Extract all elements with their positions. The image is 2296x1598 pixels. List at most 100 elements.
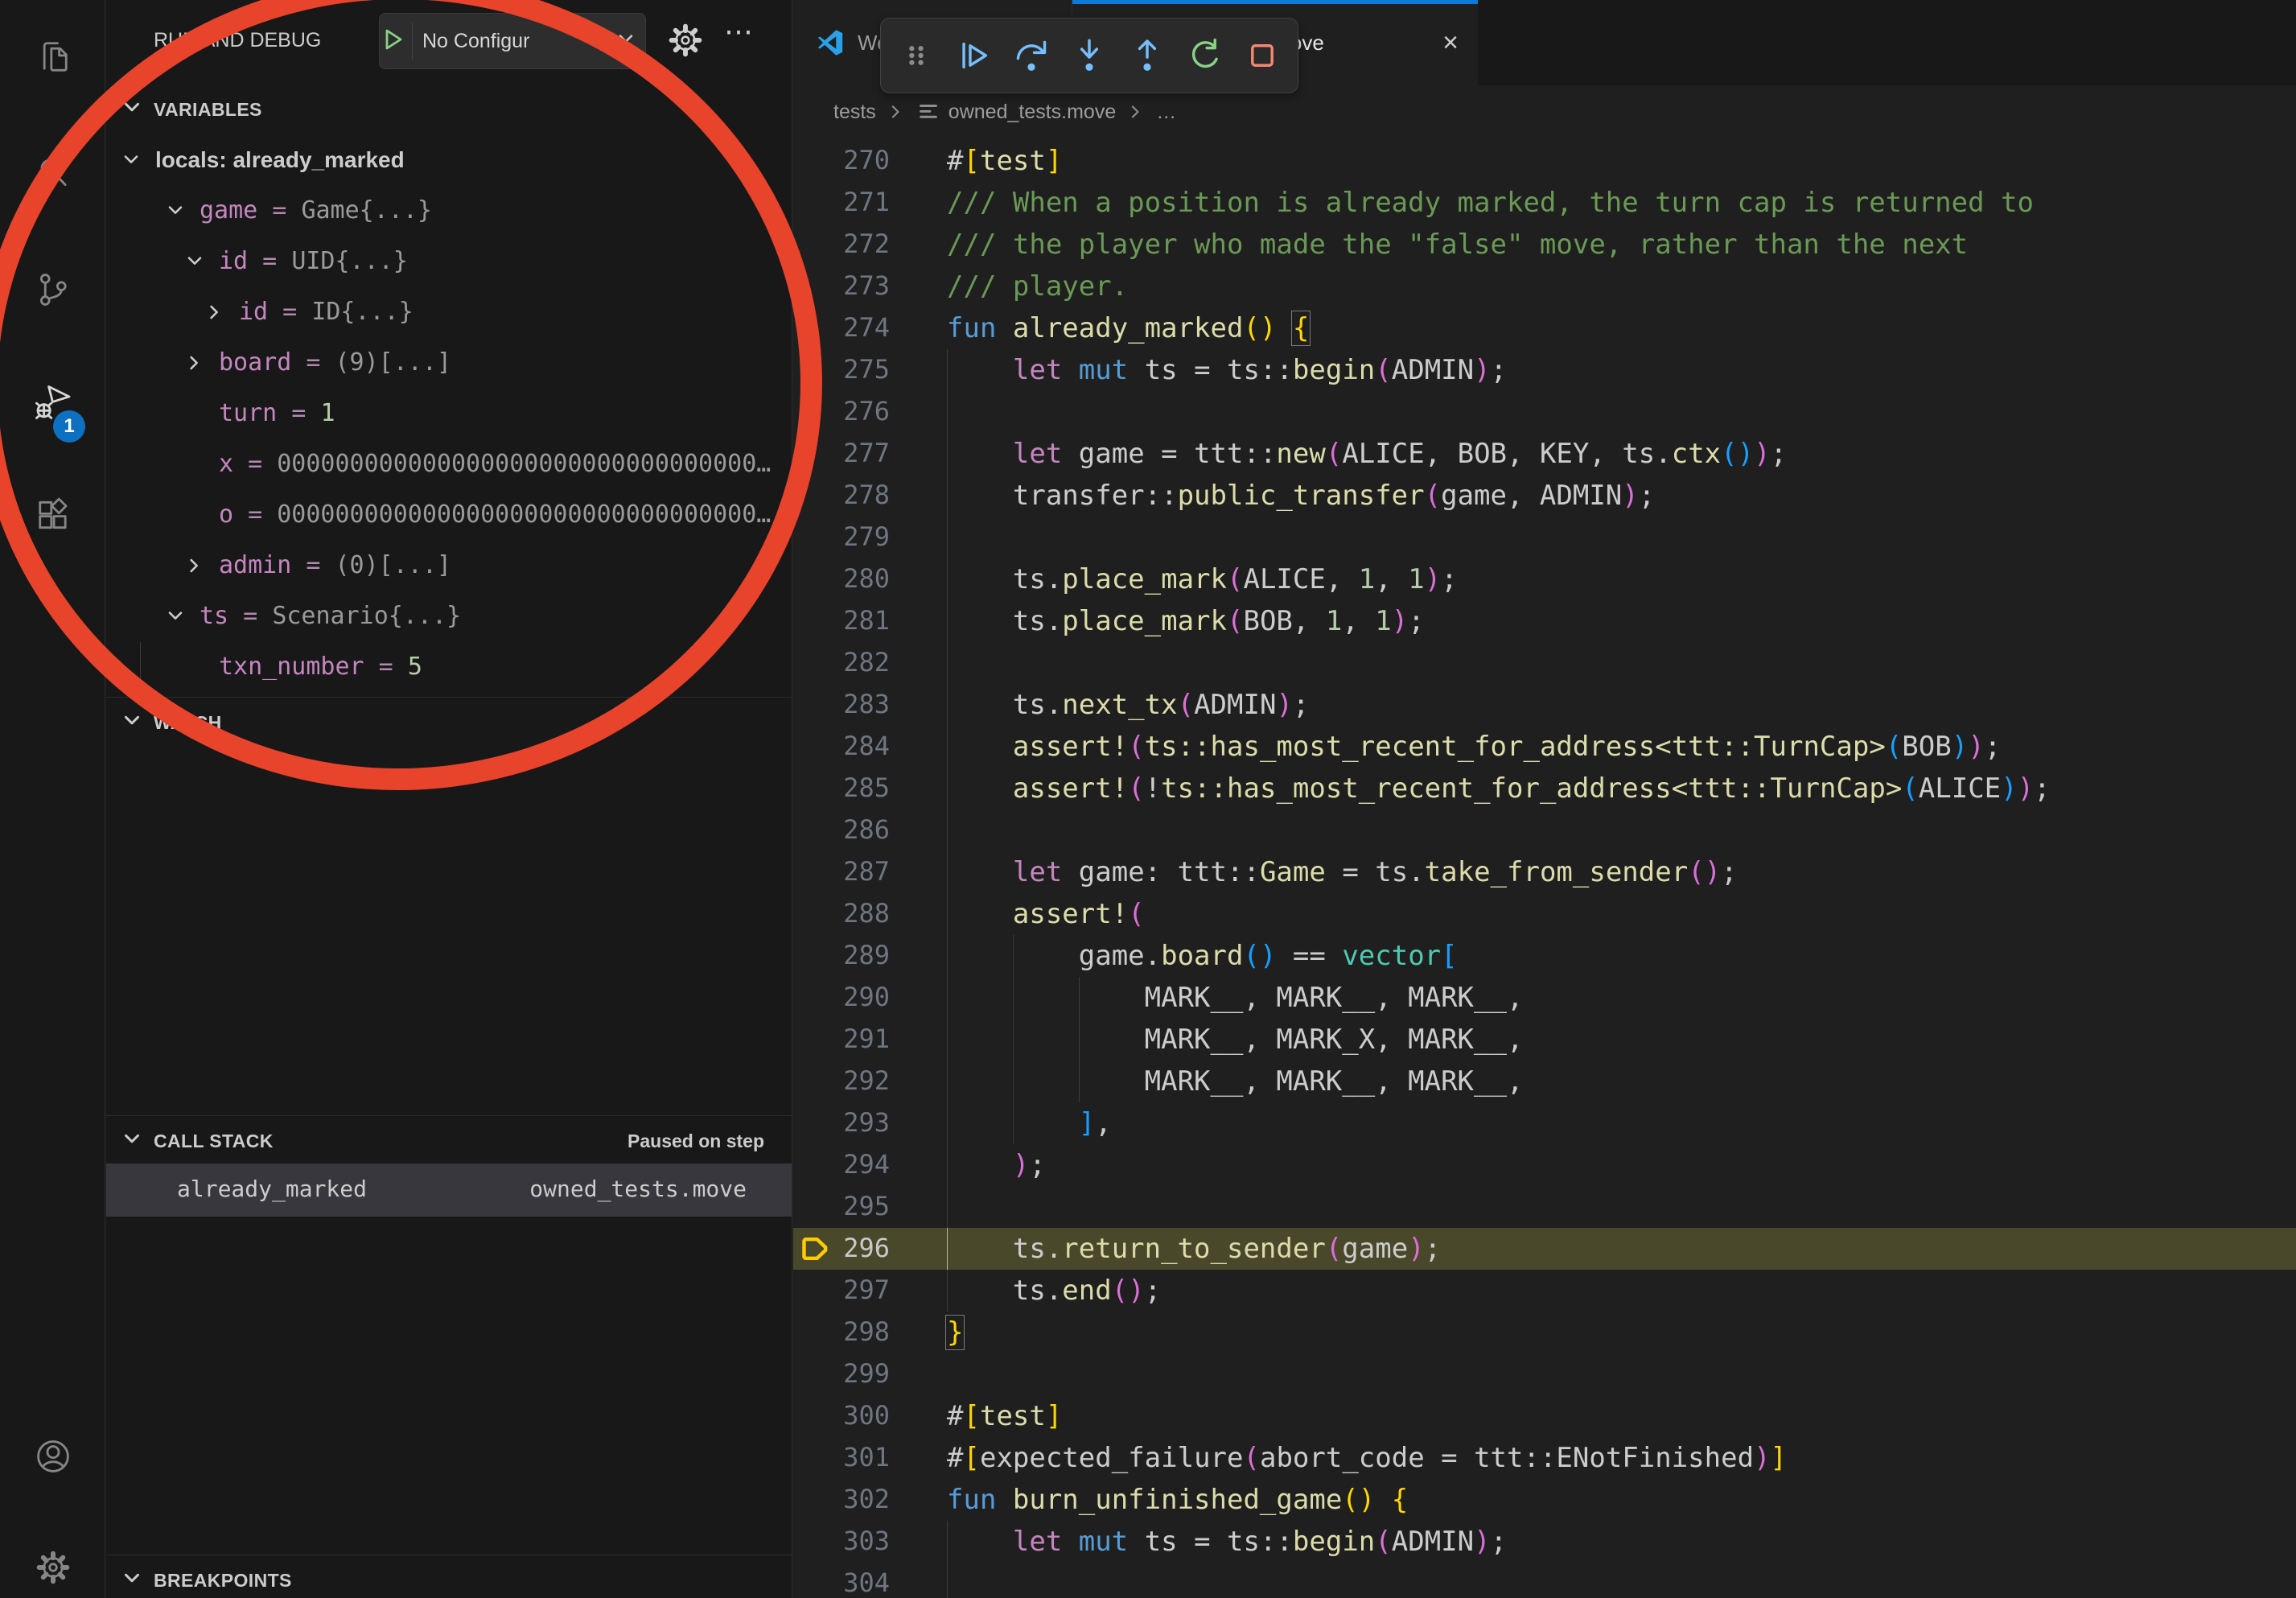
variable-row-x[interactable]: x = 000000000000000000000000000000000… (106, 439, 792, 490)
chevron-right-icon[interactable] (183, 554, 206, 583)
code-line-302[interactable]: 302fun burn_unfinished_game() { (793, 1479, 2296, 1521)
variable-row-ts[interactable]: ts = Scenario{...} (106, 591, 792, 642)
line-number[interactable]: 288 (809, 898, 890, 929)
code-line-292[interactable]: 292 MARK__, MARK__, MARK__, (793, 1061, 2296, 1102)
restart-button[interactable] (1183, 33, 1228, 78)
code-line-274[interactable]: 274fun already_marked() { (793, 307, 2296, 349)
debug-settings-gear-icon[interactable] (665, 19, 706, 65)
variable-row-admin[interactable]: admin = (0)[...] (106, 541, 792, 591)
code-line-293[interactable]: 293 ], (793, 1102, 2296, 1144)
line-number[interactable]: 284 (809, 731, 890, 761)
line-number[interactable]: 295 (809, 1191, 890, 1221)
line-number[interactable]: 281 (809, 605, 890, 636)
more-actions-icon[interactable]: ⋯ (724, 14, 755, 48)
code-line-278[interactable]: 278 transfer::public_transfer(game, ADMI… (793, 475, 2296, 517)
line-number[interactable]: 271 (809, 187, 890, 217)
line-number[interactable]: 286 (809, 814, 890, 845)
chevron-right-icon[interactable] (183, 352, 206, 381)
breadcrumb-item[interactable]: … (1156, 101, 1176, 124)
line-number[interactable]: 299 (809, 1358, 890, 1389)
code-line-284[interactable]: 284 assert!(ts::has_most_recent_for_addr… (793, 726, 2296, 768)
start-debug-icon[interactable] (380, 27, 405, 56)
continue-button[interactable] (952, 33, 997, 78)
stop-button[interactable] (1240, 33, 1285, 78)
code-line-275[interactable]: 275 let mut ts = ts::begin(ADMIN); (793, 349, 2296, 391)
breakpoints-section-header[interactable]: BREAKPOINTS (106, 1558, 792, 1598)
line-number[interactable]: 302 (809, 1484, 890, 1514)
code-line-290[interactable]: 290 MARK__, MARK__, MARK__, (793, 977, 2296, 1019)
code-line-282[interactable]: 282 (793, 642, 2296, 684)
code-line-273[interactable]: 273/// player. (793, 266, 2296, 307)
breadcrumb-item[interactable]: tests (833, 101, 876, 124)
line-number[interactable]: 278 (809, 480, 890, 510)
chevron-right-icon[interactable] (204, 301, 226, 330)
code-line-277[interactable]: 277 let game = ttt::new(ALICE, BOB, KEY,… (793, 433, 2296, 475)
variable-row-id[interactable]: id = ID{...} (106, 287, 792, 338)
line-number[interactable]: 283 (809, 689, 890, 719)
watch-section-header[interactable]: WATCH (106, 700, 792, 745)
line-number[interactable]: 294 (809, 1149, 890, 1180)
code-line-272[interactable]: 272/// the player who made the "false" m… (793, 224, 2296, 266)
activity-item-run-and-debug[interactable]: 1 (0, 362, 105, 443)
activity-item-explorer[interactable] (0, 16, 105, 97)
code-line-281[interactable]: 281 ts.place_mark(BOB, 1, 1); (793, 600, 2296, 642)
chevron-down-icon[interactable] (164, 200, 187, 229)
line-number[interactable]: 272 (809, 229, 890, 259)
activity-item-source-control[interactable] (0, 249, 105, 330)
code-line-270[interactable]: 270#[test] (793, 140, 2296, 182)
line-number[interactable]: 279 (809, 521, 890, 552)
step-over-button[interactable] (1009, 33, 1054, 78)
line-number[interactable]: 292 (809, 1065, 890, 1096)
line-number[interactable]: 291 (809, 1023, 890, 1054)
chevron-down-icon[interactable] (183, 250, 206, 279)
call-stack-frame[interactable]: already_markedowned_tests.move (106, 1163, 792, 1217)
code-line-279[interactable]: 279 (793, 517, 2296, 558)
line-number[interactable]: 304 (809, 1567, 890, 1598)
code-line-296[interactable]: 296 ts.return_to_sender(game); (793, 1228, 2296, 1270)
code-line-291[interactable]: 291 MARK__, MARK_X, MARK__, (793, 1019, 2296, 1061)
activity-item-settings[interactable] (0, 1527, 105, 1598)
variable-row-board[interactable]: board = (9)[...] (106, 338, 792, 389)
line-number[interactable]: 270 (809, 145, 890, 175)
line-number[interactable]: 273 (809, 270, 890, 301)
code-line-295[interactable]: 295 (793, 1186, 2296, 1228)
code-line-286[interactable]: 286 (793, 809, 2296, 851)
code-editor[interactable]: 270#[test]271/// When a position is alre… (793, 138, 2296, 1598)
line-number[interactable]: 277 (809, 438, 890, 468)
code-line-299[interactable]: 299 (793, 1353, 2296, 1395)
line-number[interactable]: 296 (809, 1233, 890, 1263)
line-number[interactable]: 275 (809, 354, 890, 385)
line-number[interactable]: 285 (809, 772, 890, 803)
line-number[interactable]: 290 (809, 982, 890, 1012)
line-number[interactable]: 303 (809, 1526, 890, 1556)
call-stack-section-header[interactable]: CALL STACK Paused on step (106, 1118, 792, 1163)
code-line-271[interactable]: 271/// When a position is already marked… (793, 182, 2296, 224)
activity-item-extensions[interactable] (0, 475, 105, 555)
step-into-button[interactable] (1067, 33, 1112, 78)
variable-row-turn[interactable]: turn = 1 (106, 389, 792, 439)
line-number[interactable]: 287 (809, 856, 890, 887)
chevron-down-icon[interactable] (120, 149, 142, 178)
line-number[interactable]: 298 (809, 1316, 890, 1347)
line-number[interactable]: 282 (809, 647, 890, 678)
code-line-300[interactable]: 300#[test] (793, 1395, 2296, 1437)
activity-item-search[interactable] (0, 133, 105, 213)
line-number[interactable]: 289 (809, 940, 890, 970)
line-number[interactable]: 297 (809, 1275, 890, 1305)
debug-config-dropdown[interactable]: No Configur (379, 13, 646, 69)
variables-scope-row[interactable]: locals: already_marked (106, 135, 792, 186)
chevron-down-icon[interactable] (164, 605, 187, 634)
close-tab-icon[interactable]: × (1442, 29, 1459, 56)
variable-row-txn_number[interactable]: txn_number = 5 (106, 642, 792, 693)
line-number[interactable]: 274 (809, 312, 890, 343)
variables-section-header[interactable]: VARIABLES (106, 87, 792, 132)
line-number[interactable]: 276 (809, 396, 890, 426)
code-line-288[interactable]: 288 assert!( (793, 893, 2296, 935)
code-line-280[interactable]: 280 ts.place_mark(ALICE, 1, 1); (793, 558, 2296, 600)
code-line-283[interactable]: 283 ts.next_tx(ADMIN); (793, 684, 2296, 726)
activity-item-account[interactable] (0, 1416, 105, 1497)
breadcrumb-item[interactable]: owned_tests.move (948, 101, 1116, 124)
code-line-294[interactable]: 294 ); (793, 1144, 2296, 1186)
step-out-button[interactable] (1125, 33, 1170, 78)
code-line-297[interactable]: 297 ts.end(); (793, 1270, 2296, 1312)
